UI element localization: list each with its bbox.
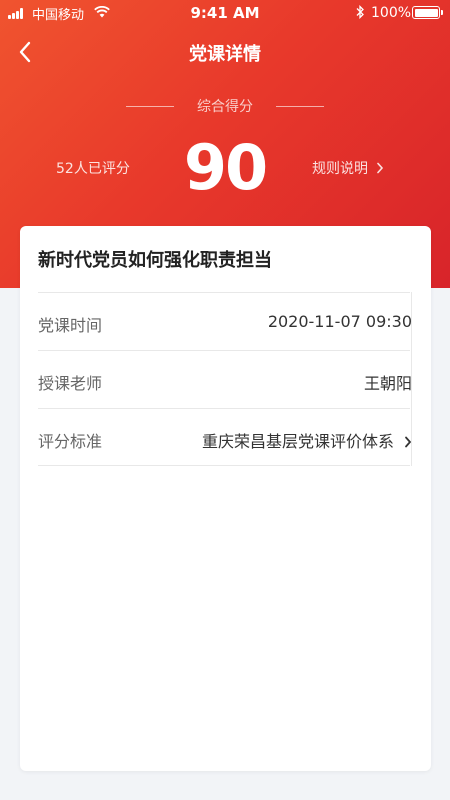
divider <box>38 465 410 466</box>
rules-label: 规则说明 <box>312 161 368 177</box>
battery-icon <box>412 6 443 19</box>
scoring-standard-value: 重庆荣昌基层党课评价体系 <box>201 432 394 451</box>
card-edge-line <box>411 292 412 466</box>
bluetooth-icon <box>356 5 364 19</box>
nav-bar: 党课详情 <box>0 30 450 74</box>
field-label: 党课时间 <box>38 316 103 335</box>
score-label-row: 综合得分 <box>0 96 450 118</box>
divider <box>38 408 410 409</box>
divider-line <box>276 106 324 107</box>
teacher-row: 授课老师 王朝阳 <box>38 352 412 410</box>
score-label: 综合得分 <box>197 99 253 115</box>
divider <box>38 292 410 293</box>
field-label: 评分标准 <box>38 432 103 451</box>
course-time-row: 党课时间 2020-11-07 09:30 <box>38 294 412 352</box>
field-value: 2020-11-07 09:30 <box>267 312 412 331</box>
divider <box>38 350 410 351</box>
field-label: 授课老师 <box>38 374 103 393</box>
page-title: 党课详情 <box>189 44 261 65</box>
scoring-standard-row[interactable]: 评分标准 重庆荣昌基层党课评价体系 <box>38 410 412 468</box>
course-title: 新时代党员如何强化职责担当 <box>38 250 272 271</box>
status-bar: 中国移动 9:41 AM 100% <box>0 0 450 26</box>
rules-link[interactable]: 规则说明 <box>312 158 384 178</box>
screen: 中国移动 9:41 AM 100% 党课详情 综合得分 52人已评分 90 规则… <box>0 0 450 800</box>
field-value: 王朝阳 <box>363 374 412 393</box>
battery-percent: 100% <box>371 5 412 21</box>
course-detail-card: 新时代党员如何强化职责担当 党课时间 2020-11-07 09:30 授课老师… <box>20 226 431 771</box>
chevron-right-icon <box>377 162 384 174</box>
field-value: 重庆荣昌基层党课评价体系 <box>202 428 412 452</box>
